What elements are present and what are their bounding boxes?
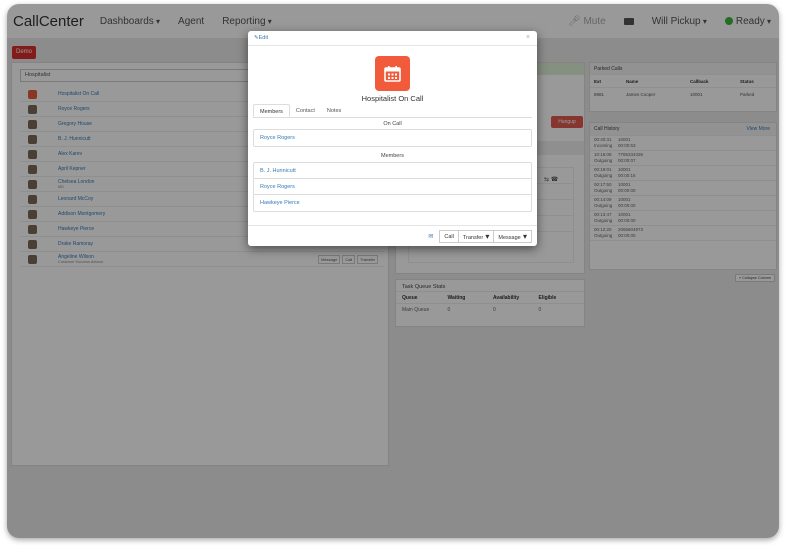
tab-members[interactable]: Members: [253, 104, 290, 117]
message-dropdown[interactable]: Message: [494, 230, 532, 243]
sms-icon[interactable]: ✉: [428, 233, 433, 240]
call-button[interactable]: Call: [439, 230, 459, 243]
on-call-list: Royce Rogers: [253, 129, 532, 147]
edit-link[interactable]: ✎Edit: [254, 35, 268, 41]
on-call-member[interactable]: Royce Rogers: [254, 130, 531, 146]
on-call-label: On Call: [383, 121, 402, 127]
member-item[interactable]: B. J. Hunnicutt: [254, 163, 531, 179]
tab-notes[interactable]: Notes: [321, 104, 347, 117]
members-label: Members: [381, 153, 404, 159]
edit-label: Edit: [258, 35, 269, 41]
modal-header: ✎Edit ×: [248, 31, 537, 46]
member-item[interactable]: Hawkeye Pierce: [254, 195, 531, 211]
modal-title: Hospitalist On Call: [361, 94, 424, 103]
calendar-glyph: [384, 66, 401, 82]
calendar-icon: [375, 56, 410, 91]
tab-contact[interactable]: Contact: [290, 104, 321, 117]
members-list: B. J. Hunnicutt Royce Rogers Hawkeye Pie…: [253, 162, 532, 212]
app-window: CallCenter Dashboards Agent Reporting 🎤︎…: [7, 4, 779, 538]
member-item[interactable]: Royce Rogers: [254, 179, 531, 195]
modal-tabs: Members Contact Notes: [253, 104, 532, 118]
transfer-dropdown[interactable]: Transfer: [458, 230, 495, 243]
modal-footer: ✉ Call Transfer Message: [248, 225, 537, 246]
group-modal: ✎Edit × Hospitalist On Call Members Cont…: [248, 31, 537, 246]
close-icon[interactable]: ×: [526, 34, 530, 41]
footer-actions: ✉ Call Transfer Message: [428, 230, 532, 243]
